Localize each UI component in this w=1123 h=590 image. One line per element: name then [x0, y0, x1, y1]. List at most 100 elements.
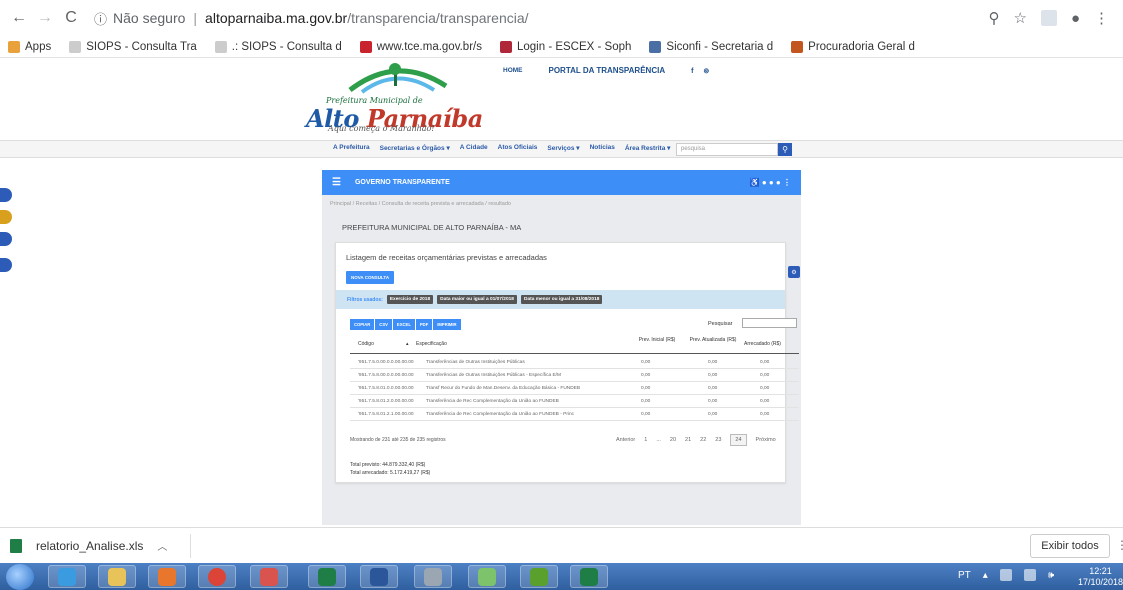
- info-icon[interactable]: ⓘ: [94, 9, 107, 28]
- logo-tagline: Aqui começa o Maranhão!: [328, 124, 435, 133]
- taskbar-calc[interactable]: [414, 565, 452, 588]
- excel-icon: [318, 567, 336, 586]
- col-especificacao[interactable]: Especificação: [416, 341, 447, 347]
- pager-page[interactable]: 23: [715, 437, 721, 443]
- sort-icon[interactable]: ▴: [406, 341, 409, 347]
- table-row: '951.7.5.8.01.2.0.00.00.00 Transferência…: [350, 396, 799, 408]
- clock-date: 17/10/2018: [1078, 577, 1123, 587]
- language-indicator[interactable]: PT: [958, 570, 971, 581]
- facebook-icon[interactable]: [0, 258, 12, 272]
- portal-link[interactable]: PORTAL DA TRANSPARÊNCIA: [549, 66, 666, 75]
- nav-cidade[interactable]: A Cidade: [460, 144, 488, 152]
- taskbar-word[interactable]: [360, 565, 398, 588]
- pdf-button[interactable]: PDF: [415, 319, 433, 330]
- bookmark-tce[interactable]: www.tce.ma.gov.br/s: [359, 40, 482, 53]
- bookmark-star-icon[interactable]: ☆: [1013, 9, 1026, 27]
- taskbar-media[interactable]: [148, 565, 186, 588]
- close-icon[interactable]: ⋮: [1116, 538, 1123, 552]
- search-label: Pesquisar: [708, 321, 733, 327]
- system-tray: PT ▴ 🕪: [958, 569, 1054, 581]
- download-item[interactable]: relatorio_Analise.xls ︿: [10, 538, 167, 553]
- taskbar-chrome[interactable]: [198, 565, 236, 588]
- filter-chip-start: Data maior ou igual a 01/07/2018: [437, 295, 517, 304]
- site-search-input[interactable]: pesquisa: [676, 143, 778, 156]
- pager-active-page[interactable]: 24: [730, 434, 747, 446]
- social-icon-3[interactable]: [0, 232, 12, 246]
- bookmark-siops-1[interactable]: SIOPS - Consulta Tra: [69, 40, 197, 53]
- tce-icon: [359, 40, 372, 53]
- csv-button[interactable]: CSV: [375, 319, 392, 330]
- pager-prev[interactable]: Anterior: [616, 437, 635, 443]
- nav-prefeitura[interactable]: A Prefeitura: [333, 144, 370, 152]
- pager-next[interactable]: Próximo: [756, 437, 776, 443]
- pagination: Anterior 1 ... 20 21 22 23 24 Próximo: [616, 434, 776, 446]
- show-all-button[interactable]: Exibir todos: [1030, 534, 1110, 558]
- clock[interactable]: 12:21 17/10/2018: [1078, 566, 1123, 588]
- search-icon[interactable]: ⚲: [778, 143, 792, 156]
- print-button[interactable]: IMPRIMIR: [433, 319, 461, 330]
- nav-noticias[interactable]: Notícias: [590, 144, 615, 152]
- calculator-icon: [424, 567, 442, 586]
- flag-icon[interactable]: [999, 569, 1012, 581]
- taskbar-excel-2[interactable]: [570, 565, 608, 588]
- divider: [190, 534, 191, 558]
- totals: Total previsto: 44.879.332,40 (R$) Total…: [350, 461, 430, 477]
- taskbar-ie[interactable]: [48, 565, 86, 588]
- profile-icon[interactable]: ●: [1071, 10, 1080, 27]
- nav-area-restrita[interactable]: Área Restrita ▾: [625, 144, 671, 152]
- taskbar-tool[interactable]: [250, 565, 288, 588]
- forward-icon[interactable]: →: [34, 7, 56, 29]
- url-path: /transparencia/transparencia/: [347, 10, 529, 26]
- breadcrumb[interactable]: Principal / Receitas / Consulta de recei…: [322, 195, 801, 213]
- chevron-up-icon[interactable]: ︿: [157, 538, 167, 553]
- excel-button[interactable]: EXCEL: [392, 319, 415, 330]
- nav-servicos[interactable]: Serviços ▾: [547, 144, 579, 152]
- site-logo[interactable]: Prefeitura Municipal de Alto Parnaíba Aq…: [306, 60, 486, 136]
- url-field[interactable]: ⓘ Não seguro | altoparnaiba.ma.gov.br /t…: [94, 9, 988, 28]
- tray-expand-icon[interactable]: ▴: [983, 570, 988, 581]
- table-row: '951.7.5.8.00.0.0.00.00.00 Transferência…: [350, 370, 799, 382]
- accessibility-icons[interactable]: ♿ ● ● ● ⋮: [750, 178, 791, 187]
- copy-button[interactable]: COPIAR: [350, 319, 375, 330]
- extension-icon[interactable]: [1040, 10, 1057, 26]
- pager-page[interactable]: 22: [700, 437, 706, 443]
- bookmark-siconfi[interactable]: Siconfi - Secretaria d: [649, 40, 773, 53]
- reload-icon[interactable]: C: [60, 7, 82, 29]
- home-link[interactable]: HOME: [503, 67, 523, 74]
- col-codigo[interactable]: Código: [358, 341, 374, 347]
- col-arrecadado[interactable]: Arrecadado (R$): [744, 341, 781, 347]
- hamburger-icon[interactable]: ☰: [332, 177, 341, 188]
- apps-grid-icon: [8, 40, 20, 53]
- table-search-input[interactable]: [742, 318, 797, 328]
- seal-icon: [791, 40, 804, 53]
- org-title: PREFEITURA MUNICIPAL DE ALTO PARNAÍBA - …: [342, 223, 522, 232]
- social-links[interactable]: f ⊚: [691, 67, 713, 75]
- total-previsto: Total previsto: 44.879.332,40 (R$): [350, 462, 426, 468]
- panel-title: GOVERNO TRANSPARENTE: [354, 179, 450, 186]
- taskbar-bug[interactable]: [520, 565, 558, 588]
- col-prev-inicial[interactable]: Prev. Inicial (R$): [632, 337, 682, 344]
- nav-secretarias[interactable]: Secretarias e Órgãos ▾: [380, 144, 450, 152]
- nav-atos[interactable]: Atos Oficiais: [498, 144, 538, 152]
- social-icon-1[interactable]: [0, 188, 12, 202]
- social-icon-2[interactable]: [0, 210, 12, 224]
- settings-icon[interactable]: ⚙: [788, 266, 800, 278]
- network-icon[interactable]: [1023, 569, 1036, 581]
- bookmark-apps[interactable]: Apps: [8, 40, 51, 53]
- taskbar-explorer[interactable]: [98, 565, 136, 588]
- taskbar-excel[interactable]: [308, 565, 346, 588]
- taskbar-game[interactable]: [468, 565, 506, 588]
- zoom-icon[interactable]: ⚲: [988, 9, 999, 27]
- new-query-button[interactable]: NOVA CONSULTA: [346, 271, 395, 284]
- volume-icon[interactable]: 🕪: [1048, 570, 1054, 581]
- bookmark-siops-2[interactable]: .: SIOPS - Consulta d: [214, 40, 342, 53]
- menu-icon[interactable]: ⋮: [1094, 9, 1109, 27]
- bookmark-escex[interactable]: Login - ESCEX - Soph: [499, 40, 631, 53]
- pager-page[interactable]: 20: [670, 437, 676, 443]
- col-prev-atualizada[interactable]: Prev. Atualizada (R$): [688, 337, 738, 344]
- pager-page[interactable]: 21: [685, 437, 691, 443]
- start-button[interactable]: [6, 564, 34, 590]
- back-icon[interactable]: ←: [8, 7, 30, 29]
- bookmark-procuradoria[interactable]: Procuradoria Geral d: [791, 40, 915, 53]
- pager-page[interactable]: 1: [644, 437, 647, 443]
